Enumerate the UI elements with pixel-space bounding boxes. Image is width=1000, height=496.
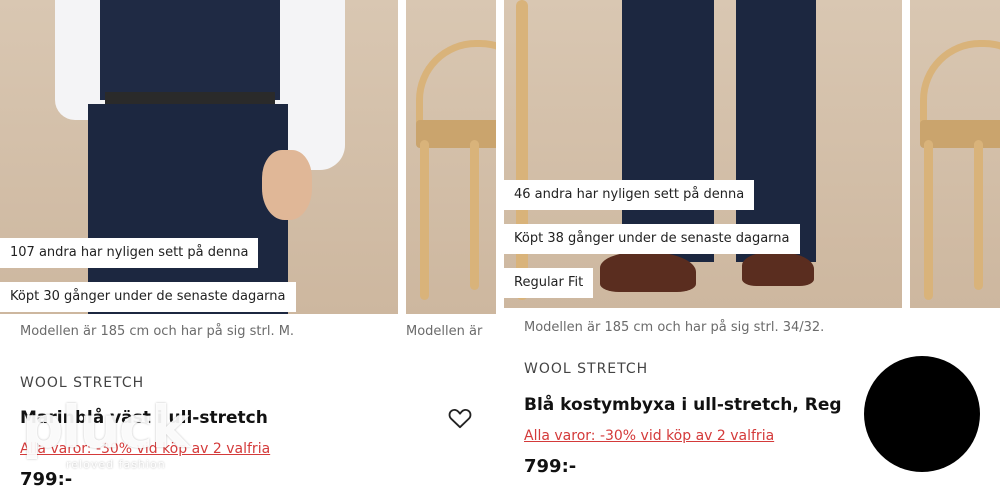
fit-badge: Regular Fit — [504, 268, 594, 298]
panel-divider — [496, 0, 504, 496]
recently-bought-badge: Köpt 30 gånger under de senaste dagarna — [0, 282, 296, 312]
recently-viewed-badge: 107 andra har nyligen sett på denna — [0, 238, 259, 268]
recently-bought-badge: Köpt 38 gånger under de senaste dagarna — [504, 224, 800, 254]
chair-leg — [974, 140, 983, 290]
next-model-size-note: Modellen är — [406, 324, 483, 339]
shoe-left — [600, 252, 696, 292]
model-size-note: Modellen är 185 cm och har på sig strl. … — [524, 320, 825, 335]
vest-body — [100, 0, 280, 100]
product-image-trousers[interactable] — [504, 0, 902, 308]
watermark-logo: pluck — [22, 393, 190, 461]
favorite-heart-icon[interactable] — [447, 405, 473, 431]
promo-link[interactable]: Alla varor: -30% vid köp av 2 valfria — [524, 428, 774, 444]
chair-leg — [420, 140, 429, 300]
brand-label: WOOL STRETCH — [524, 361, 649, 377]
chair-leg — [470, 140, 479, 290]
shoe-right — [742, 252, 814, 286]
brand-label: WOOL STRETCH — [20, 375, 145, 391]
trouser-leg-left — [622, 0, 714, 262]
watermark-tagline: reloved fashion — [66, 458, 166, 471]
trouser-leg-right — [736, 0, 816, 262]
chair-leg — [924, 140, 933, 300]
redaction-circle — [864, 356, 980, 472]
product-title[interactable]: Blå kostymbyxa i ull-stretch, Reg — [524, 395, 842, 415]
model-size-note: Modellen är 185 cm och har på sig strl. … — [20, 324, 295, 339]
product-card-left-panel: 107 andra har nyligen sett på denna Köpt… — [0, 0, 496, 496]
pluck-watermark: pluck reloved fashion — [22, 393, 190, 471]
hand — [262, 150, 312, 220]
product-price: 799:- — [20, 469, 73, 490]
recently-viewed-badge: 46 andra har nyligen sett på denna — [504, 180, 755, 210]
next-product-image-chair[interactable] — [910, 0, 1000, 308]
chair-leg — [516, 0, 528, 300]
next-product-image-chair[interactable] — [406, 0, 496, 314]
product-price: 799:- — [524, 456, 577, 477]
